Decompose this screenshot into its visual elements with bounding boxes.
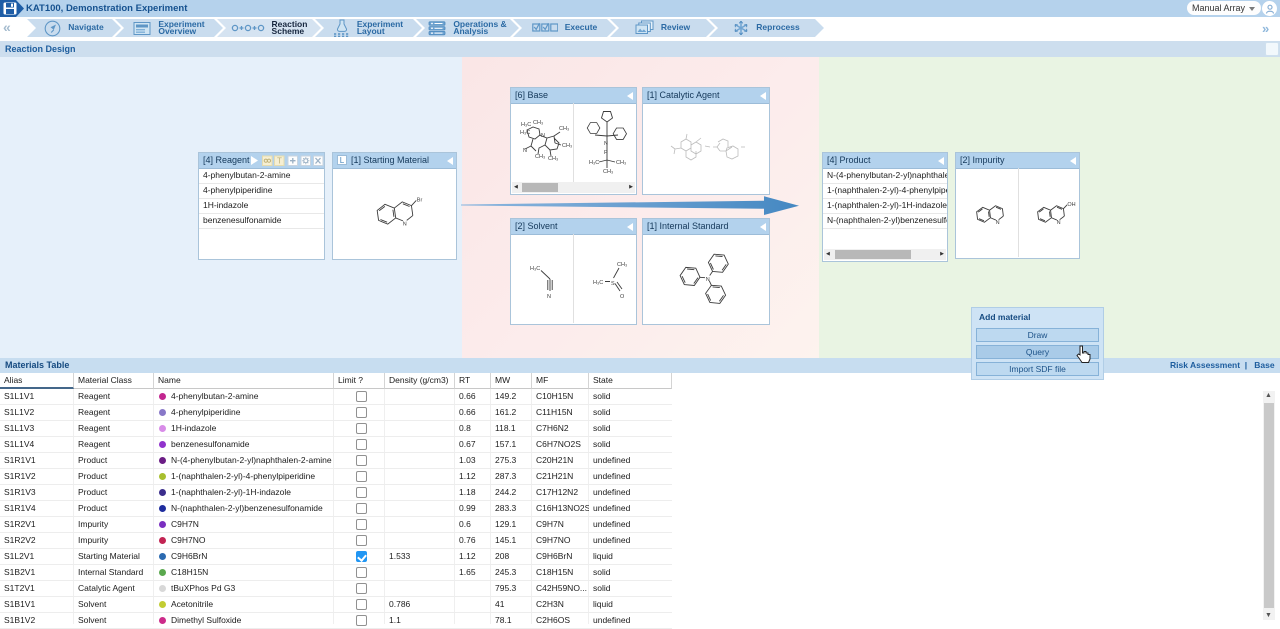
svg-text:N: N xyxy=(996,220,1000,226)
svg-text:CH₃: CH₃ xyxy=(616,160,626,166)
svg-text:H₃C: H₃C xyxy=(530,266,540,272)
svg-text:N: N xyxy=(1057,220,1061,226)
svg-text:CH₃: CH₃ xyxy=(559,126,569,132)
svg-text:O: O xyxy=(620,294,625,300)
svg-text:N: N xyxy=(403,221,407,227)
svg-text:N: N xyxy=(541,133,545,139)
svg-text:CH₃: CH₃ xyxy=(603,169,613,175)
svg-text:N: N xyxy=(523,148,527,154)
svg-text:CH₃: CH₃ xyxy=(535,154,545,160)
svg-text:OH: OH xyxy=(1067,202,1075,208)
svg-text:H₃C: H₃C xyxy=(593,280,603,286)
svg-text:T: T xyxy=(277,157,282,166)
svg-text:N: N xyxy=(706,277,710,283)
svg-text:Br: Br xyxy=(417,197,423,203)
svg-text:CH₃: CH₃ xyxy=(533,120,543,126)
svg-text:N: N xyxy=(547,294,551,300)
svg-text:CH₃: CH₃ xyxy=(617,262,627,268)
svg-text:H₃C: H₃C xyxy=(520,130,530,136)
svg-text:H₃C: H₃C xyxy=(521,122,531,128)
svg-text:H₃C: H₃C xyxy=(589,160,599,166)
svg-text:N: N xyxy=(604,141,608,147)
svg-text:S: S xyxy=(611,281,615,287)
svg-text:CH₃: CH₃ xyxy=(562,143,572,149)
svg-text:CH₃: CH₃ xyxy=(548,156,558,162)
svg-text:P: P xyxy=(604,150,608,156)
